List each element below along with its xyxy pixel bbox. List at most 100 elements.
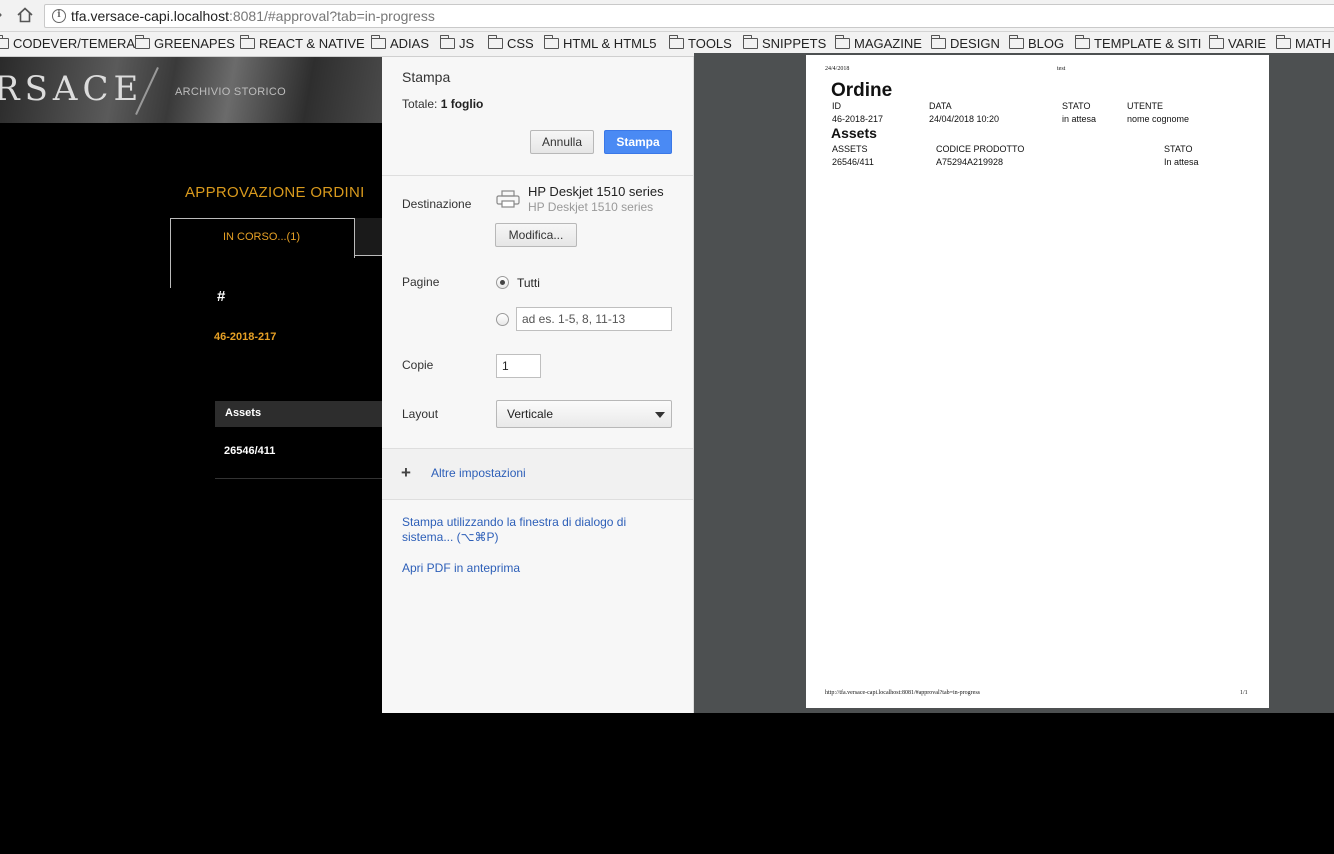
column-header-hash: #	[217, 288, 226, 305]
copies-label: Copie	[402, 358, 434, 372]
bookmark-folder[interactable]: MATH	[1276, 35, 1331, 51]
tab-other[interactable]	[355, 218, 382, 256]
pages-label: Pagine	[402, 275, 440, 289]
radio-custom-pages[interactable]	[496, 313, 509, 326]
url-host: tfa.versace-capi.localhost	[71, 8, 229, 24]
system-dialog-line2: sistema... (⌥⌘P)	[402, 530, 499, 544]
divider	[215, 478, 382, 479]
printer-icon	[496, 190, 520, 208]
folder-icon	[488, 35, 503, 49]
forward-arrow-icon[interactable]: ›	[0, 6, 2, 24]
order-id-link[interactable]: 46-2018-217	[214, 331, 276, 343]
all-pages-label: Tutti	[517, 276, 540, 290]
folder-icon	[1009, 35, 1024, 49]
preview-col-codice: CODICE PRODOTTO	[936, 144, 1025, 154]
folder-icon	[1276, 35, 1291, 49]
bookmark-folder[interactable]: BLOG	[1009, 35, 1065, 51]
cancel-button[interactable]: Annulla	[530, 130, 594, 154]
bookmark-label: DESIGN	[950, 36, 1000, 51]
bookmark-folder[interactable]: TEMPLATE & SITI	[1075, 35, 1202, 51]
open-pdf-link[interactable]: Apri PDF in anteprima	[402, 561, 520, 576]
bookmark-folder[interactable]: HTML & HTML5	[544, 35, 657, 51]
preview-id: 46-2018-217	[832, 114, 884, 124]
preview-header-title: test	[1057, 66, 1066, 72]
preview-asset-stato: In attesa	[1164, 157, 1199, 167]
preview-col-assets: ASSETS	[832, 144, 868, 154]
bookmark-folder[interactable]: ADIAS	[371, 35, 429, 51]
home-icon[interactable]	[16, 6, 34, 24]
bookmark-folder[interactable]: CSS	[488, 35, 534, 51]
assets-header-label: Assets	[225, 407, 262, 419]
layout-select[interactable]: Verticale	[496, 400, 672, 428]
address-bar[interactable]: i tfa.versace-capi.localhost:8081/#appro…	[44, 4, 1334, 28]
bookmark-label: CSS	[507, 36, 534, 51]
page-range-input[interactable]: ad es. 1-5, 8, 11-13	[516, 307, 672, 331]
printer-subtitle: HP Deskjet 1510 series	[528, 200, 654, 214]
print-button[interactable]: Stampa	[604, 130, 672, 154]
copies-input[interactable]: 1	[496, 354, 541, 378]
page-title: APPROVAZIONE ORDINI	[185, 184, 365, 201]
folder-icon	[440, 35, 455, 49]
folder-icon	[135, 35, 150, 49]
folder-icon	[669, 35, 684, 49]
tab-border	[170, 258, 171, 288]
system-dialog-line1: Stampa utilizzando la finestra di dialog…	[402, 515, 627, 529]
bookmark-folder[interactable]: REACT & NATIVE	[240, 35, 365, 51]
preview-title: Ordine	[831, 80, 893, 101]
preview-data: 24/04/2018 10:20	[929, 114, 1000, 124]
bookmark-folder[interactable]: GREENAPES	[135, 35, 235, 51]
bookmark-label: SNIPPETS	[762, 36, 827, 51]
tab-in-progress[interactable]: IN CORSO...(1)	[170, 218, 355, 258]
bookmark-label: MATH	[1295, 36, 1331, 51]
bookmark-folder[interactable]: MAGAZINE	[835, 35, 922, 51]
site-banner: RSACE ARCHIVIO STORICO	[0, 57, 382, 123]
bookmark-folder[interactable]: CODEVER/TEMERA	[0, 35, 136, 51]
assets-header: Assets	[215, 401, 382, 427]
preview-stato: in attesa	[1062, 114, 1097, 124]
divider	[382, 175, 693, 176]
print-dialog: Stampa Totale: 1 foglio Annulla Stampa D…	[382, 57, 694, 713]
folder-icon	[1075, 35, 1090, 49]
total-value: 1 foglio	[440, 97, 484, 111]
dropdown-arrow-icon	[655, 412, 665, 418]
layout-label: Layout	[402, 407, 439, 421]
bookmark-label: JS	[459, 36, 475, 51]
folder-icon	[743, 35, 758, 49]
more-settings-link[interactable]: Altre impostazioni	[431, 466, 526, 480]
bookmark-label: CODEVER/TEMERA	[13, 36, 136, 51]
bookmark-folder[interactable]: JS	[440, 35, 475, 51]
bookmark-folder[interactable]: VARIE	[1209, 35, 1266, 51]
modify-destination-button[interactable]: Modifica...	[495, 223, 577, 247]
total-sheets: Totale: 1 foglio	[402, 97, 483, 111]
total-label: Totale:	[402, 97, 438, 111]
bookmark-label: REACT & NATIVE	[259, 36, 365, 51]
archive-label: ARCHIVIO STORICO	[175, 86, 286, 98]
more-settings-row[interactable]: + Altre impostazioni	[382, 448, 693, 500]
folder-icon	[240, 35, 255, 49]
brand-logo: RSACE	[0, 69, 144, 109]
preview-page: 24/4/2018 test Ordine ID DATA STATO UTEN…	[806, 55, 1269, 708]
folder-icon	[931, 35, 946, 49]
layout-value: Verticale	[507, 407, 554, 421]
system-dialog-link[interactable]: Stampa utilizzando la finestra di dialog…	[402, 515, 626, 545]
preview-col-stato: STATO	[1062, 101, 1091, 111]
bookmark-folder[interactable]: DESIGN	[931, 35, 1000, 51]
bookmark-folder[interactable]: SNIPPETS	[743, 35, 827, 51]
destination-label: Destinazione	[402, 197, 472, 211]
preview-page-number: 1/1	[1240, 690, 1248, 696]
folder-icon	[371, 35, 386, 49]
bookmark-folder[interactable]: TOOLS	[669, 35, 732, 51]
radio-all-pages[interactable]	[496, 276, 509, 289]
bookmark-label: TEMPLATE & SITI	[1094, 36, 1202, 51]
folder-icon	[835, 35, 850, 49]
preview-date: 24/4/2018	[825, 66, 850, 72]
preview-utente: nome cognome	[1127, 114, 1190, 124]
asset-value: 26546/411	[224, 445, 276, 457]
url-path: :8081/#approval?tab=in-progress	[228, 8, 435, 24]
preview-footer-url: http://tfa.versace-capi.localhost:8081/#…	[825, 690, 980, 696]
site-background: RSACE ARCHIVIO STORICO APPROVAZIONE ORDI…	[0, 57, 382, 854]
bookmark-label: BLOG	[1028, 36, 1065, 51]
bookmark-label: HTML & HTML5	[563, 36, 657, 51]
preview-assets-title: Assets	[831, 125, 877, 141]
info-icon[interactable]: i	[52, 9, 66, 23]
